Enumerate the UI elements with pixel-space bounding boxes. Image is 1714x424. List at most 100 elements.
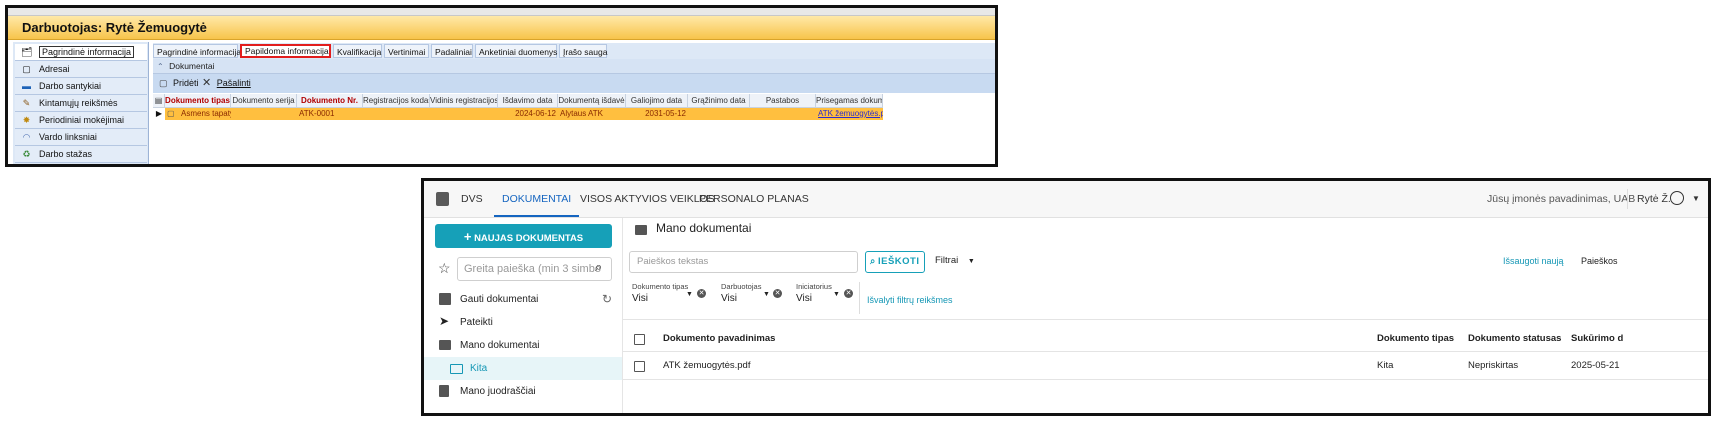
collapse-icon[interactable]: ⌃ — [157, 62, 164, 71]
nav-item-seniority[interactable]: ♻ Darbo stažas — [15, 146, 147, 163]
col-reg-code[interactable]: Registracijos kodas — [363, 94, 430, 108]
tab-record-security[interactable]: Įrašo sauga — [559, 44, 607, 58]
quick-search-input[interactable]: Greita paieška (min 3 simbo — [457, 257, 612, 281]
col-notes[interactable]: Pastabos — [750, 94, 816, 108]
sidebar-item-drafts[interactable]: Mano juodraščiai — [424, 380, 622, 403]
filter-employee[interactable]: Darbuotojas Visi — [721, 282, 793, 316]
cell-issue-date[interactable]: 2024-06-12 — [498, 108, 556, 120]
search-right-link[interactable]: Paieškos — [1581, 256, 1618, 266]
nav-item-variables[interactable]: ✎ Kintamųjų reikšmės — [15, 95, 147, 112]
cell-doc-no[interactable]: ATK-0001 — [299, 108, 363, 120]
sidebar-item-received[interactable]: Gauti dokumentai ↻ — [424, 288, 622, 311]
documents-toolbar: ▢ Pridėti ✕ Pašalinti — [153, 74, 995, 93]
refresh-icon[interactable]: ↻ — [602, 288, 612, 311]
filter-initiator[interactable]: Iniciatorius Visi — [796, 282, 868, 316]
tab-questionnaire[interactable]: Anketiniai duomenys — [475, 44, 557, 58]
col-issued-by[interactable]: Dokumentą išdavė — [558, 94, 626, 108]
tab-qualification[interactable]: Kvalifikacija — [333, 44, 382, 58]
nav-item-basic-info[interactable]: 🗂 Pagrindinė informacija — [15, 44, 147, 61]
send-icon: ➤ — [439, 314, 450, 328]
select-all-checkbox[interactable] — [634, 334, 645, 345]
cell-reg-code[interactable] — [363, 108, 430, 120]
divider — [623, 379, 1708, 380]
nav-item-addresses[interactable]: ▢ Adresai — [15, 61, 147, 78]
work-icon: ▬ — [22, 81, 31, 91]
seniority-icon: ♻ — [22, 149, 31, 159]
col-doc-type[interactable]: Dokumento tipas — [1377, 333, 1454, 344]
new-document-button[interactable]: + NAUJAS DOKUMENTAS — [435, 224, 612, 248]
tab-basic-info[interactable]: Pagrindinė informacija — [153, 44, 241, 58]
filter-doc-type[interactable]: Dokumento tipas Visi — [632, 282, 704, 316]
avatar-icon[interactable] — [1670, 191, 1684, 205]
plus-icon: + — [463, 229, 472, 244]
top-navigation-bar: DVS DOKUMENTAI VISOS AKTYVIOS VEIKLOS PE… — [424, 181, 1708, 218]
star-icon[interactable]: ☆ — [438, 260, 451, 277]
divider — [623, 319, 1708, 320]
sidebar-item-my-documents[interactable]: Mano dokumentai — [424, 334, 622, 357]
inbox-icon — [439, 293, 451, 305]
cell-notes[interactable] — [750, 108, 816, 120]
cell-internal-reg[interactable] — [430, 108, 498, 120]
table-row[interactable]: ATK žemuogytės.pdf Kita Nepriskirtas 202… — [623, 352, 1708, 379]
cell-return-date[interactable] — [688, 108, 750, 120]
folder-icon — [439, 340, 451, 350]
save-new-link[interactable]: Išsaugoti naują — [1503, 256, 1564, 266]
tab-bar: Pagrindinė informacija Papildoma informa… — [153, 43, 995, 59]
col-doc-status[interactable]: Dokumento statusas — [1468, 333, 1561, 344]
cell-attachment-link[interactable]: ATK žemuogytės.p — [818, 108, 883, 120]
tab-additional-info[interactable]: Papildoma informacija — [240, 44, 331, 58]
clear-icon[interactable]: ✕ — [844, 289, 853, 298]
col-doc-no[interactable]: Dokumento Nr. — [297, 94, 363, 108]
sidebar-item-submitted[interactable]: ➤ Pateikti — [424, 311, 622, 334]
cell-doc-type[interactable]: Asmens tapaty — [181, 108, 231, 120]
clear-icon[interactable]: ✕ — [697, 289, 706, 298]
chevron-down-icon[interactable]: ▼ — [1692, 181, 1700, 217]
cell-doc-series[interactable] — [231, 108, 297, 120]
search-icon[interactable]: ⌕ — [595, 259, 602, 275]
search-text-input[interactable]: Paieškos tekstas — [629, 251, 858, 273]
nav-personnel-plan[interactable]: PERSONALO PLANAS — [699, 181, 809, 217]
col-doc-type[interactable]: Dokumento tipas — [165, 94, 231, 108]
nav-item-periodic-payments[interactable]: ✸ Periodiniai mokėjimai — [15, 112, 147, 129]
cell-doc-name[interactable]: ATK žemuogytės.pdf — [663, 360, 750, 371]
col-internal-reg[interactable]: Vidinis registracijos — [430, 94, 498, 108]
col-doc-name[interactable]: Dokumento pavadinimas — [663, 333, 775, 344]
dvs-window: DVS DOKUMENTAI VISOS AKTYVIOS VEIKLOS PE… — [421, 178, 1711, 416]
nav-dvs[interactable]: DVS — [461, 181, 483, 217]
search-button[interactable]: ⌕ IEŠKOTI — [865, 251, 925, 273]
nav-documents[interactable]: DOKUMENTAI — [494, 181, 580, 217]
col-valid-until[interactable]: Galiojimo data — [626, 94, 688, 108]
sidebar-item-other[interactable]: Kita — [424, 357, 622, 380]
add-icon: ▢ — [159, 78, 168, 88]
search-icon: ⌕ — [870, 256, 876, 267]
row-checkbox[interactable] — [634, 361, 645, 372]
nav-active-activities[interactable]: VISOS AKTYVIOS VEIKLOS — [580, 181, 715, 217]
col-issue-date[interactable]: Išdavimo data — [498, 94, 558, 108]
clear-filters-link[interactable]: Išvalyti filtrų reikšmes — [867, 295, 953, 305]
nav-item-work-relations[interactable]: ▬ Darbo santykiai — [15, 78, 147, 95]
tab-evaluations[interactable]: Vertinimai — [384, 44, 429, 58]
tab-departments[interactable]: Padaliniai — [431, 44, 473, 58]
app-logo-icon[interactable] — [436, 192, 449, 206]
add-button[interactable]: ▢ Pridėti — [159, 74, 199, 93]
clear-icon[interactable]: ✕ — [773, 289, 782, 298]
caret-down-icon[interactable]: ▼ — [763, 291, 770, 298]
variables-icon: ✎ — [22, 98, 31, 108]
cell-valid-until[interactable]: 2031-05-12 — [626, 108, 686, 120]
nav-item-name-cases[interactable]: ◠ Vardo linksniai — [15, 129, 147, 146]
col-doc-series[interactable]: Dokumento serija — [231, 94, 297, 108]
cell-issued-by[interactable]: Alytaus ATK — [560, 108, 626, 120]
col-return-date[interactable]: Grąžinimo data — [688, 94, 750, 108]
legacy-employee-window: Darbuotojas: Rytė Žemuogytė 🗂 Pagrindinė… — [5, 5, 998, 167]
document-icon: ▢ — [167, 109, 175, 118]
caret-down-icon[interactable]: ▼ — [833, 291, 840, 298]
user-name[interactable]: Rytė Ž. — [1637, 181, 1671, 217]
caret-down-icon[interactable]: ▼ — [686, 291, 693, 298]
grid-corner: ▤ — [153, 94, 165, 108]
remove-button[interactable]: ✕ Pašalinti — [202, 74, 251, 93]
col-attachment[interactable]: Prisegamas dokum — [816, 94, 883, 108]
filters-dropdown[interactable]: Filtrai ▼ — [935, 255, 975, 266]
name-icon: ◠ — [22, 132, 31, 142]
divider — [1627, 189, 1628, 209]
col-created[interactable]: Sukūrimo d — [1571, 333, 1623, 344]
